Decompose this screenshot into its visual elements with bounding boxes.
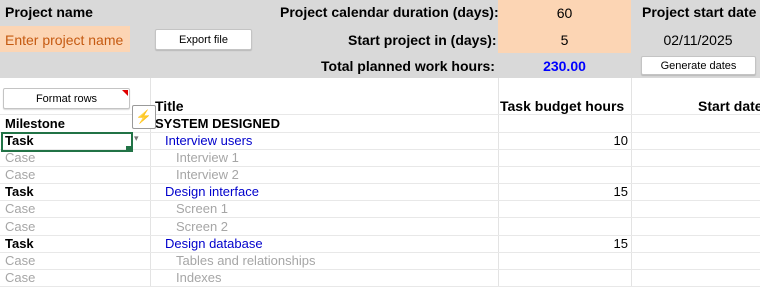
calendar-duration-value: 60	[556, 5, 573, 21]
generate-dates-button[interactable]: Generate dates	[641, 56, 756, 75]
task-row[interactable]: Task Design interface 15	[0, 183, 760, 202]
project-name-field[interactable]: Enter project name	[0, 26, 130, 52]
milestone-title: SYSTEM DESIGNED	[155, 116, 280, 131]
row-type[interactable]: Case	[5, 252, 35, 269]
project-name-value: Enter project name	[5, 32, 124, 48]
project-name-label: Project name	[5, 4, 93, 20]
row-title[interactable]: Screen 1	[176, 200, 228, 217]
row-hours[interactable]: 15	[614, 235, 628, 252]
start-in-label: Start project in (days):	[348, 32, 497, 48]
row-type[interactable]: Case	[5, 200, 35, 217]
dropdown-arrow-icon[interactable]: ▾	[134, 133, 139, 144]
row-hours[interactable]: 15	[614, 183, 628, 200]
row-title[interactable]: Design database	[165, 235, 263, 252]
total-hours-value: 230.00	[543, 58, 586, 74]
row-title[interactable]: Screen 2	[176, 218, 228, 235]
column-header-title: Title	[155, 98, 184, 114]
task-row[interactable]: Task Interview users 10	[0, 132, 760, 150]
export-file-button[interactable]: Export file	[155, 29, 252, 50]
row-type[interactable]: Task	[5, 235, 34, 252]
row-title[interactable]: Interview 2	[176, 166, 239, 183]
project-start-date-label: Project start date	[642, 4, 757, 20]
row-title[interactable]: Tables and relationships	[176, 252, 315, 269]
row-title[interactable]: Interview 1	[176, 149, 239, 166]
row-type[interactable]: Task	[5, 183, 34, 200]
column-header-start-date: Start date	[698, 98, 760, 114]
case-row[interactable]: Case Indexes	[0, 269, 760, 287]
fill-handle[interactable]	[126, 146, 131, 151]
start-in-value: 5	[560, 32, 569, 48]
project-start-date-value[interactable]: 02/11/2025	[636, 32, 760, 48]
start-in-field[interactable]: 5	[498, 26, 631, 53]
case-row[interactable]: Case Screen 2	[0, 218, 760, 236]
case-row[interactable]: Case Interview 2	[0, 166, 760, 185]
milestone-row: Milestone SYSTEM DESIGNED	[0, 115, 760, 133]
quick-analysis-icon[interactable]: ⚡	[132, 105, 156, 129]
milestone-header: Milestone	[5, 116, 65, 131]
calendar-duration-label: Project calendar duration (days):	[280, 4, 499, 20]
row-title[interactable]: Indexes	[176, 269, 222, 286]
row-type[interactable]: Task	[5, 132, 34, 149]
case-row[interactable]: Case Screen 1	[0, 200, 760, 219]
case-row[interactable]: Case Interview 1	[0, 149, 760, 168]
column-header-task-budget-hours: Task budget hours	[500, 98, 625, 114]
row-type[interactable]: Case	[5, 218, 35, 235]
row-type[interactable]: Case	[5, 149, 35, 166]
row-type[interactable]: Case	[5, 269, 35, 286]
case-row[interactable]: Case Tables and relationships	[0, 252, 760, 270]
task-row[interactable]: Task Design database 15	[0, 235, 760, 253]
calendar-duration-field[interactable]: 60	[498, 0, 631, 26]
row-title[interactable]: Interview users	[165, 132, 252, 149]
row-type[interactable]: Case	[5, 166, 35, 183]
row-title[interactable]: Design interface	[165, 183, 259, 200]
row-hours[interactable]: 10	[614, 132, 628, 149]
total-hours-label: Total planned work hours:	[321, 58, 495, 74]
column-header-row: Title Task budget hours Start date	[0, 96, 760, 115]
